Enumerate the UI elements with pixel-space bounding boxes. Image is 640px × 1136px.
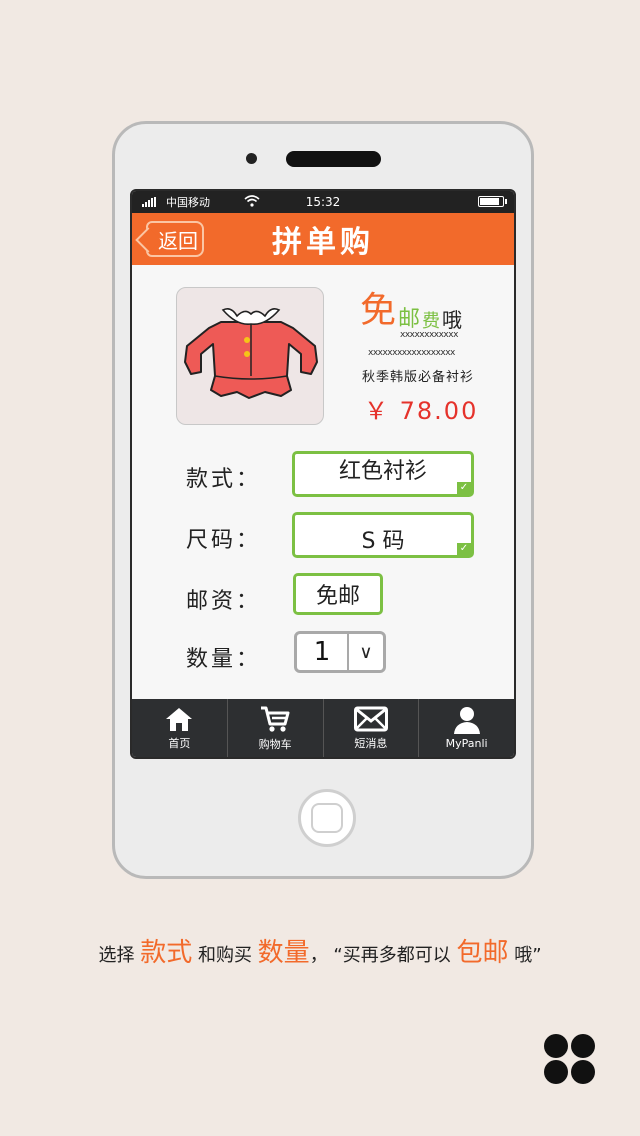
quantity-value: 1 (297, 634, 349, 670)
caption: 选择 款式 和购买 数量， “买再多都可以 包邮 哦” (98, 938, 542, 968)
product-image[interactable] (176, 287, 324, 425)
title-bar: 返回 拼单购 (132, 213, 514, 265)
cart-icon (261, 706, 290, 732)
style-select[interactable]: 红色衬衫 ✓ (292, 451, 474, 497)
size-label: 尺码： (186, 528, 262, 553)
mail-icon (353, 706, 388, 731)
product-price: ￥ 78.00 (364, 397, 479, 425)
caption-highlight-free-shipping: 包邮 (456, 938, 509, 968)
tab-cart[interactable]: 购物车 (228, 699, 324, 757)
free-shipping-badge: 免邮费哦 (360, 290, 463, 332)
user-icon (453, 707, 480, 734)
camera (246, 153, 257, 164)
status-bar: 中国移动 15:32 (132, 191, 514, 213)
shipping-label: 邮资： (186, 589, 262, 614)
tab-label: MyPanli (445, 737, 488, 750)
phone-screen: 中国移动 15:32 返回 拼单购 免 邮 费 哦 xxxxxxxxxxxx x… (130, 189, 516, 759)
tab-mypanli[interactable]: MyPanli (419, 699, 514, 757)
page-title: 拼单购 (272, 225, 374, 260)
tab-bar: 首页 购物车 短消息 MyPanli (132, 699, 514, 757)
speaker (286, 151, 381, 167)
home-icon (166, 707, 193, 731)
style-value: 红色衬衫 (338, 459, 427, 484)
product-content: 免邮费哦 xxxxxxxxxxxx xxxxxxxxxxxxxxxxxx 秋季韩… (132, 265, 514, 695)
brand-logo-icon (544, 1034, 596, 1084)
size-value: S 码 (361, 529, 405, 554)
battery-icon (478, 196, 507, 207)
tab-label: 短消息 (354, 736, 388, 750)
quantity-select[interactable]: 1 ∨ (294, 631, 386, 673)
tab-messages[interactable]: 短消息 (324, 699, 420, 757)
status-time: 15:32 (305, 195, 341, 209)
tab-label: 购物车 (258, 737, 292, 751)
style-label: 款式： (186, 467, 262, 492)
back-button[interactable]: 返回 (146, 221, 204, 257)
caption-highlight-quantity: 数量 (257, 938, 310, 968)
phone-frame: 中国移动 15:32 返回 拼单购 免 邮 费 哦 xxxxxxxxxxxx x… (112, 121, 534, 879)
chevron-down-icon[interactable]: ∨ (349, 634, 383, 670)
product-description: 秋季韩版必备衬衫 (362, 370, 475, 385)
shirt-icon (184, 308, 318, 399)
shipping-value-box: 免邮 (293, 573, 383, 615)
check-icon: ✓ (457, 482, 471, 494)
tab-label: 首页 (168, 736, 191, 750)
home-button[interactable] (298, 789, 356, 847)
placeholder-line-2: xxxxxxxxxxxxxxxxxx (368, 348, 455, 358)
placeholder-line-1: xxxxxxxxxxxx (400, 330, 458, 340)
size-select[interactable]: S 码 ✓ (292, 512, 474, 558)
tab-home[interactable]: 首页 (132, 699, 228, 757)
caption-highlight-style: 款式 (140, 938, 193, 968)
check-icon: ✓ (457, 543, 471, 555)
quantity-label: 数量： (186, 647, 262, 672)
shipping-value: 免邮 (315, 584, 360, 609)
